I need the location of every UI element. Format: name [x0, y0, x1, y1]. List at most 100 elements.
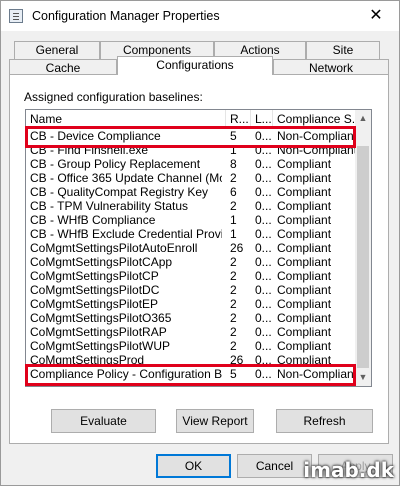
cell-compliance-state: Non-Compliant	[277, 143, 357, 157]
cell-name: CoMgmtSettingsPilotCP	[30, 269, 159, 283]
list-header: Name R... L... Compliance S...	[26, 110, 357, 128]
cell-compliance-state: Compliant	[277, 241, 332, 255]
cell-last-evaluation: 0...	[255, 255, 272, 269]
cell-revision: 6	[230, 185, 237, 199]
cell-name: CB - Find Finshell.exe	[30, 143, 149, 157]
cell-compliance-state: Compliant	[277, 283, 332, 297]
ok-button[interactable]: OK	[156, 454, 231, 478]
table-row[interactable]: CB - Group Policy Replacement 8 0... Compli…	[26, 157, 357, 171]
table-row[interactable]: CoMgmtSettingsPilotCP 2 0... Compliant	[26, 269, 357, 283]
table-row[interactable]: Compliance Policy - Configuration Bas...…	[26, 367, 357, 381]
table-row[interactable]: CoMgmtSettingsPilotWUP 2 0... Compliant	[26, 339, 357, 353]
column-header-name[interactable]: Name	[26, 110, 226, 128]
cell-revision: 2	[230, 325, 237, 339]
cell-last-evaluation: 0...	[255, 297, 272, 311]
cell-revision: 2	[230, 339, 237, 353]
cancel-button[interactable]: Cancel	[237, 454, 312, 478]
cell-last-evaluation: 0...	[255, 129, 272, 143]
evaluate-button[interactable]: Evaluate	[51, 409, 156, 433]
table-row[interactable]: CB - Find Finshell.exe 1 0... Non-Compliant	[26, 143, 357, 157]
table-row[interactable]: CoMgmtSettingsPilotRAP 2 0... Compliant	[26, 325, 357, 339]
cell-revision: 1	[230, 143, 237, 157]
scroll-down-icon[interactable]: ▼	[355, 369, 371, 386]
table-row[interactable]: CoMgmtSettingsPilotCApp 2 0... Compliant	[26, 255, 357, 269]
watermark-logo: imab.dk	[303, 458, 394, 482]
cell-last-evaluation: 0...	[255, 185, 272, 199]
cell-revision: 2	[230, 297, 237, 311]
table-row[interactable]: CoMgmtSettingsPilotDC 2 0... Compliant	[26, 283, 357, 297]
column-header-revision[interactable]: R...	[226, 110, 251, 128]
cell-last-evaluation: 0...	[255, 199, 272, 213]
scroll-up-icon[interactable]: ▲	[355, 110, 371, 127]
table-row[interactable]: CoMgmtSettingsPilotEP 2 0... Compliant	[26, 297, 357, 311]
cell-compliance-state: Compliant	[277, 325, 332, 339]
config-manager-icon	[9, 9, 23, 23]
cell-revision: 26	[230, 353, 244, 367]
cell-last-evaluation: 0...	[255, 241, 272, 255]
cell-revision: 26	[230, 241, 244, 255]
cell-name: Compliance Policy - Configuration Bas...	[30, 367, 222, 381]
cell-revision: 2	[230, 199, 237, 213]
tab-site[interactable]: Site	[306, 41, 380, 59]
cell-name: CoMgmtSettingsPilotWUP	[30, 339, 171, 353]
cell-last-evaluation: 0...	[255, 269, 272, 283]
cell-compliance-state: Compliant	[277, 157, 332, 171]
cell-revision: 2	[230, 283, 237, 297]
tab-configurations[interactable]: Configurations	[117, 56, 273, 75]
cell-compliance-state: Non-Compliant	[277, 367, 357, 381]
title-bar: Configuration Manager Properties ✕	[1, 1, 399, 31]
cell-revision: 2	[230, 269, 237, 283]
cell-last-evaluation: 0...	[255, 367, 272, 381]
cell-revision: 1	[230, 227, 237, 241]
cell-last-evaluation: 0...	[255, 325, 272, 339]
table-row[interactable]: CB - WHfB Exclude Credential Providers 1 0…	[26, 227, 357, 241]
cell-compliance-state: Compliant	[277, 297, 332, 311]
cell-revision: 2	[230, 255, 237, 269]
column-header-compliance-state[interactable]: Compliance S...	[273, 110, 357, 128]
cell-last-evaluation: 0...	[255, 339, 272, 353]
cell-compliance-state: Compliant	[277, 311, 332, 325]
table-row[interactable]: CoMgmtSettingsPilotAutoEnroll 26 0... Compl…	[26, 241, 357, 255]
cell-compliance-state: Compliant	[277, 199, 332, 213]
cell-compliance-state: Compliant	[277, 185, 332, 199]
cell-name: CB - WHfB Compliance	[30, 213, 156, 227]
cell-last-evaluation: 0...	[255, 227, 272, 241]
cell-last-evaluation: 0...	[255, 213, 272, 227]
refresh-button[interactable]: Refresh	[276, 409, 373, 433]
table-row[interactable]: CoMgmtSettingsProd 26 0... Compliant	[26, 353, 357, 367]
baselines-list[interactable]: Name R... L... Compliance S... CB - Devi…	[25, 109, 372, 387]
cell-name: CoMgmtSettingsPilotDC	[30, 283, 160, 297]
cell-name: CoMgmtSettingsPilotEP	[30, 297, 159, 311]
cell-revision: 5	[230, 129, 237, 143]
table-row[interactable]: CB - QualityCompat Registry Key 6 0... Comp…	[26, 185, 357, 199]
cell-revision: 8	[230, 157, 237, 171]
cell-last-evaluation: 0...	[255, 283, 272, 297]
cell-name: CoMgmtSettingsPilotRAP	[30, 325, 167, 339]
vertical-scrollbar[interactable]: ▲ ▼	[355, 110, 371, 386]
cell-compliance-state: Compliant	[277, 269, 332, 283]
table-row[interactable]: CB - Office 365 Update Channel (Mon... 2 0…	[26, 171, 357, 185]
cell-compliance-state: Compliant	[277, 171, 332, 185]
cell-last-evaluation: 0...	[255, 171, 272, 185]
table-row[interactable]: CoMgmtSettingsPilotO365 2 0... Compliant	[26, 311, 357, 325]
cell-name: CoMgmtSettingsPilotCApp	[30, 255, 173, 269]
window-title: Configuration Manager Properties	[32, 9, 220, 23]
cell-name: CoMgmtSettingsPilotAutoEnroll	[30, 241, 198, 255]
cell-name: CB - Group Policy Replacement	[30, 157, 201, 171]
scroll-thumb[interactable]	[357, 146, 369, 368]
tab-general[interactable]: General	[14, 41, 100, 59]
cell-name: CB - WHfB Exclude Credential Providers	[30, 227, 222, 241]
table-row[interactable]: CB - TPM Vulnerability Status 2 0... Compli…	[26, 199, 357, 213]
cell-revision: 1	[230, 213, 237, 227]
view-report-button[interactable]: View Report	[176, 409, 254, 433]
column-header-last-evaluation[interactable]: L...	[251, 110, 273, 128]
cell-name: CB - QualityCompat Registry Key	[30, 185, 209, 199]
cell-compliance-state: Compliant	[277, 213, 332, 227]
close-button[interactable]: ✕	[353, 1, 399, 31]
table-row[interactable]: CB - WHfB Compliance 1 0... Compliant	[26, 213, 357, 227]
cell-name: CoMgmtSettingsPilotO365	[30, 311, 172, 325]
cell-name: CB - TPM Vulnerability Status	[30, 199, 189, 213]
table-row[interactable]: CB - Device Compliance 5 0... Non-Compliant	[26, 129, 357, 143]
cell-revision: 5	[230, 367, 237, 381]
cell-compliance-state: Non-Compliant	[277, 129, 357, 143]
